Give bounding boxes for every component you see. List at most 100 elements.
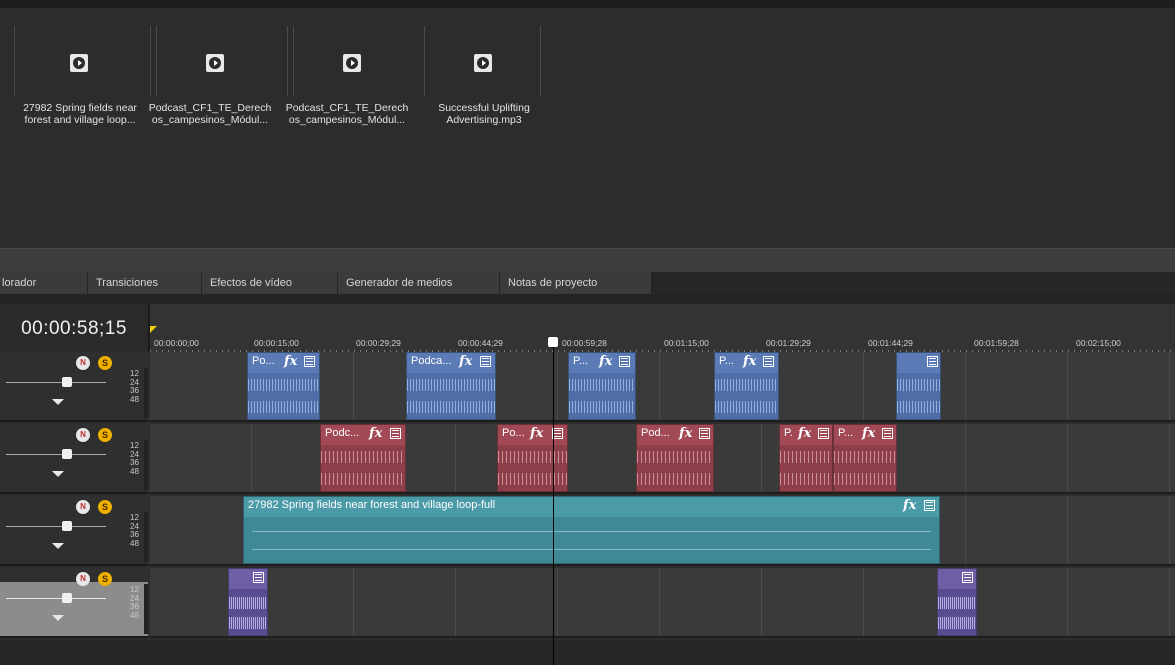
menu-icon[interactable] — [253, 572, 264, 583]
audio-file-icon — [70, 54, 88, 72]
tab-project-notes[interactable]: Notas de proyecto — [500, 272, 652, 294]
playhead-line[interactable] — [553, 339, 554, 665]
track-header[interactable]: N S 12 24 36 48 — [0, 424, 148, 494]
track-lane[interactable]: Po... fx Podca... fx P... fx P... fx — [150, 352, 1175, 422]
chevron-down-icon[interactable] — [52, 399, 64, 405]
tab-transitions[interactable]: Transiciones — [88, 272, 202, 294]
track-lane[interactable]: Podc... fx Po... fx Pod... fx P. fx P...… — [150, 424, 1175, 494]
menu-icon[interactable] — [924, 500, 935, 511]
solo-icon[interactable]: S — [98, 500, 112, 514]
menu-icon[interactable] — [962, 572, 973, 583]
level-meter — [144, 584, 148, 634]
clip-title: Po... — [252, 355, 275, 367]
tab-video-effects[interactable]: Efectos de vídeo — [202, 272, 338, 294]
fx-icon[interactable]: fx — [903, 498, 916, 513]
fx-icon[interactable]: fx — [369, 426, 382, 441]
menu-icon[interactable] — [390, 428, 401, 439]
clip-title: P. — [784, 427, 793, 439]
audio-clip[interactable]: P... fx — [568, 352, 636, 420]
media-item[interactable]: Podcast_CF1_TE_Derech os_campesinos_Módul… — [281, 26, 413, 146]
fx-icon[interactable]: fx — [798, 426, 811, 441]
volume-slider[interactable] — [6, 382, 106, 383]
audio-clip[interactable]: Podca... fx — [406, 352, 496, 420]
audio-file-icon — [474, 54, 492, 72]
track-lane[interactable] — [150, 568, 1175, 638]
tab-media-generator[interactable]: Generador de medios — [338, 272, 500, 294]
solo-icon[interactable]: S — [98, 356, 112, 370]
menu-icon[interactable] — [763, 356, 774, 367]
audio-clip[interactable] — [896, 352, 941, 420]
track-header[interactable]: N S 12 24 36 48 — [0, 496, 148, 566]
mute-icon[interactable]: N — [76, 428, 90, 442]
chevron-down-icon[interactable] — [52, 615, 64, 621]
menu-icon[interactable] — [480, 356, 491, 367]
clip-title: Po... — [502, 427, 525, 439]
mute-icon[interactable]: N — [76, 572, 90, 586]
fx-icon[interactable]: fx — [284, 354, 297, 369]
track-lane[interactable]: 27982 Spring fields near forest and vill… — [150, 496, 1175, 566]
meter-scale: 12 24 36 48 — [130, 441, 139, 476]
audio-clip[interactable]: Po... fx — [497, 424, 568, 492]
audio-clip[interactable] — [937, 568, 977, 636]
track-header[interactable]: N S 12 24 36 48 — [0, 352, 148, 422]
chevron-down-icon[interactable] — [52, 543, 64, 549]
fx-icon[interactable]: fx — [679, 426, 692, 441]
menu-icon[interactable] — [699, 428, 710, 439]
tab-explorer[interactable]: lorador — [0, 272, 88, 294]
volume-slider[interactable] — [6, 598, 106, 599]
ruler-label: 00:00:44;29 — [458, 338, 503, 348]
media-item-label: Successful Uplifting Advertising.mp3 — [438, 102, 530, 126]
timecode-display[interactable]: 00:00:58;15 — [0, 304, 150, 352]
audio-clip[interactable]: P. fx — [779, 424, 833, 492]
media-bin: 27982 Spring fields near forest and villa… — [0, 0, 1175, 248]
meter-scale: 12 24 36 48 — [130, 369, 139, 404]
clip-title: P... — [719, 355, 735, 367]
volume-slider-knob[interactable] — [62, 521, 72, 531]
fx-icon[interactable]: fx — [530, 426, 543, 441]
timeline-ruler[interactable]: 00:00:00;00 00:00:15;00 00:00:29;29 00:0… — [150, 304, 1175, 352]
bin-scrollbar[interactable] — [0, 248, 1175, 273]
audio-clip[interactable]: P... fx — [833, 424, 897, 492]
fx-icon[interactable]: fx — [743, 354, 756, 369]
ruler-label: 00:01:44;29 — [868, 338, 913, 348]
volume-slider-knob[interactable] — [62, 449, 72, 459]
fx-icon[interactable]: fx — [459, 354, 472, 369]
playhead-icon[interactable] — [548, 337, 558, 347]
fx-icon[interactable]: fx — [599, 354, 612, 369]
meter-scale: 12 24 36 48 — [130, 585, 139, 620]
media-item-label: Podcast_CF1_TE_Derech os_campesinos_Módul… — [148, 102, 272, 126]
menu-icon[interactable] — [619, 356, 630, 367]
volume-slider[interactable] — [6, 454, 106, 455]
media-item[interactable]: 27982 Spring fields near forest and villa… — [14, 26, 146, 146]
fx-icon[interactable]: fx — [862, 426, 875, 441]
loop-region-marker[interactable] — [150, 326, 157, 333]
media-item-label: Podcast_CF1_TE_Derech os_campesinos_Módul… — [285, 102, 409, 126]
level-meter — [144, 368, 148, 418]
media-item-label: 27982 Spring fields near forest and villa… — [23, 102, 137, 126]
clip-title: Podc... — [325, 427, 360, 439]
volume-slider-knob[interactable] — [62, 377, 72, 387]
audio-clip[interactable] — [228, 568, 268, 636]
audio-clip[interactable]: P... fx — [714, 352, 779, 420]
menu-icon[interactable] — [304, 356, 315, 367]
ruler-label: 00:00:00;00 — [154, 338, 199, 348]
solo-icon[interactable]: S — [98, 572, 112, 586]
mute-icon[interactable]: N — [76, 500, 90, 514]
audio-clip[interactable]: 27982 Spring fields near forest and vill… — [243, 496, 940, 564]
media-item[interactable]: Successful Uplifting Advertising.mp3 — [418, 26, 550, 146]
window-tabs: lorador Transiciones Efectos de vídeo Ge… — [0, 272, 1175, 294]
menu-icon[interactable] — [882, 428, 893, 439]
mute-icon[interactable]: N — [76, 356, 90, 370]
audio-clip[interactable]: Po... fx — [247, 352, 320, 420]
volume-slider[interactable] — [6, 526, 106, 527]
ruler-label: 00:01:29;29 — [766, 338, 811, 348]
audio-clip[interactable]: Podc... fx — [320, 424, 406, 492]
volume-slider-knob[interactable] — [62, 593, 72, 603]
audio-clip[interactable]: Pod... fx — [636, 424, 714, 492]
chevron-down-icon[interactable] — [52, 471, 64, 477]
media-item[interactable]: Podcast_CF1_TE_Derech os_campesinos_Módul… — [144, 26, 276, 146]
menu-icon[interactable] — [818, 428, 829, 439]
track-header[interactable]: N S 12 24 36 48 — [0, 568, 148, 638]
solo-icon[interactable]: S — [98, 428, 112, 442]
menu-icon[interactable] — [927, 356, 938, 367]
